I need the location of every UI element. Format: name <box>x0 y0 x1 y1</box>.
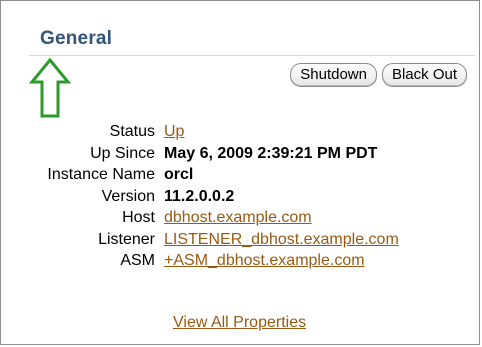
property-row-status: Status Up <box>1 121 399 143</box>
up-arrow-icon <box>29 58 71 118</box>
property-label: Listener <box>98 230 155 248</box>
properties-list: Status Up Up Since May 6, 2009 2:39:21 P… <box>1 121 399 272</box>
host-link[interactable]: dbhost.example.com <box>164 207 312 229</box>
view-all-properties-link[interactable]: View All Properties <box>173 314 306 332</box>
shutdown-button[interactable]: Shutdown <box>290 63 377 87</box>
property-label: Version <box>101 187 155 205</box>
property-row-asm: ASM +ASM_dbhost.example.com <box>1 250 399 272</box>
instance-name-value: orcl <box>164 166 194 183</box>
version-value: 11.2.0.0.2 <box>164 187 235 205</box>
property-label: Up Since <box>90 144 155 162</box>
status-link[interactable]: Up <box>164 121 184 143</box>
asm-link[interactable]: +ASM_dbhost.example.com <box>164 250 365 272</box>
property-row-up-since: Up Since May 6, 2009 2:39:21 PM PDT <box>1 143 399 165</box>
toolbar: Shutdown Black Out <box>290 63 467 87</box>
general-panel: General Shutdown Black Out Status Up Up … <box>0 0 480 345</box>
property-row-instance-name: Instance Name orcl <box>1 164 399 186</box>
property-row-listener: Listener LISTENER_dbhost.example.com <box>1 229 399 251</box>
property-label: Host <box>122 209 155 226</box>
section-title: General <box>40 28 113 49</box>
black-out-button[interactable]: Black Out <box>381 63 467 87</box>
property-label: Status <box>109 123 155 140</box>
property-row-version: Version 11.2.0.0.2 <box>1 186 399 208</box>
up-since-value: May 6, 2009 2:39:21 PM PDT <box>164 144 378 162</box>
title-divider <box>29 55 475 56</box>
property-label: ASM <box>120 252 155 269</box>
property-label: Instance Name <box>47 166 155 183</box>
property-row-host: Host dbhost.example.com <box>1 207 399 229</box>
listener-link[interactable]: LISTENER_dbhost.example.com <box>164 229 399 251</box>
